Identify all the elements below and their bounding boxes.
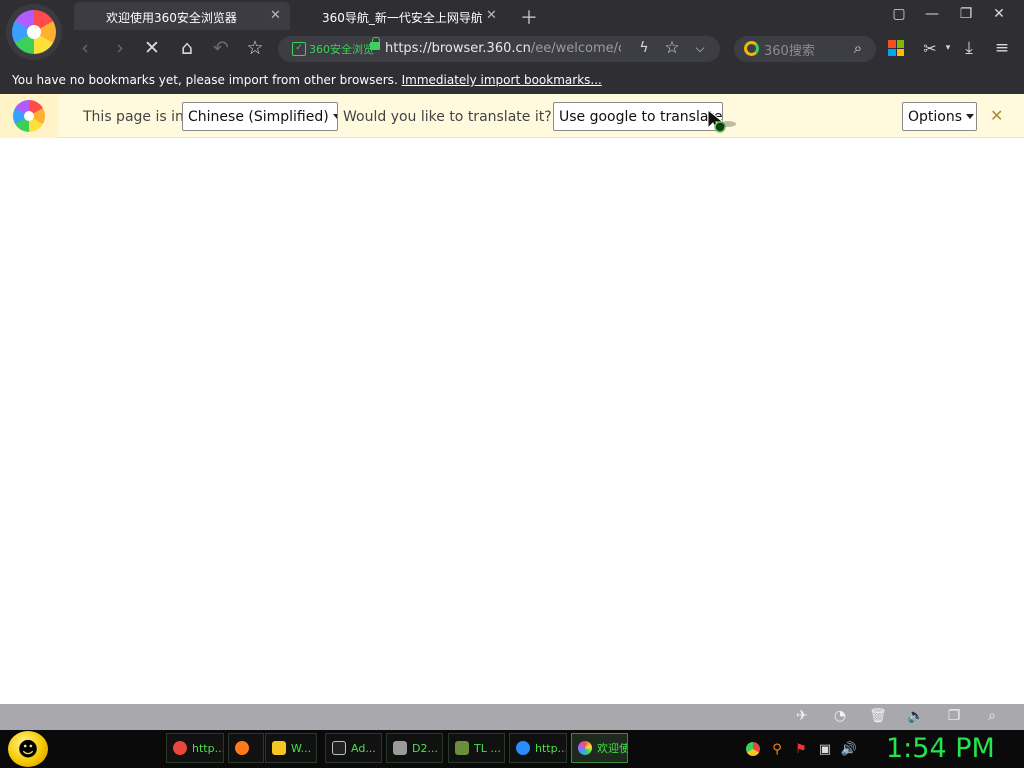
caret-down-icon <box>332 114 337 119</box>
translate-bar-logo <box>0 94 58 138</box>
chrome-icon <box>173 741 187 755</box>
favorite-star-icon[interactable]: ☆ <box>660 36 684 60</box>
url-host: https://browser.360.cn <box>385 41 531 56</box>
taskbar-item-label: http... <box>535 741 567 755</box>
taskbar-item-folder[interactable]: W... <box>265 733 317 763</box>
zoom-icon[interactable]: ⌕ <box>982 708 1002 724</box>
translate-button[interactable]: Use google to translate <box>553 102 723 131</box>
lock-icon <box>370 37 380 50</box>
taskbar-item-label: W... <box>291 741 312 755</box>
window-icon[interactable]: ❐ <box>944 708 964 724</box>
search-tray-icon[interactable]: ⚲ <box>768 740 786 758</box>
taskbar-item-label: D2... <box>412 741 438 755</box>
stop-icon[interactable]: ✕ <box>140 36 164 60</box>
apps-icon[interactable] <box>888 40 904 56</box>
language-select-value: Chinese (Simplified) <box>188 108 329 125</box>
rocket-icon[interactable]: ✈ <box>792 708 812 724</box>
trash-icon[interactable]: 🗑 <box>868 708 888 724</box>
import-bookmarks-link[interactable]: Immediately import bookmarks... <box>402 73 602 87</box>
safe-badge-label: 360安全浏览 <box>309 43 374 56</box>
forward-icon[interactable]: › <box>108 36 132 60</box>
search-placeholder: 360搜索 <box>764 44 815 59</box>
page-language-label: This page is in <box>83 109 184 125</box>
lightning-icon[interactable]: ϟ <box>632 36 656 60</box>
restore-icon[interactable]: ❐ <box>955 6 977 22</box>
skin-icon[interactable]: ▢ <box>888 6 910 22</box>
flag-tray-icon[interactable]: ⚑ <box>792 740 810 758</box>
bookmarks-message: You have no bookmarks yet, please import… <box>12 73 398 87</box>
new-tab-plus-icon[interactable]: ＋ <box>520 4 538 30</box>
search-icon[interactable]: ⌕ <box>846 36 870 60</box>
start-smiley-icon[interactable]: ☻ <box>8 731 48 767</box>
minecraft-icon <box>455 741 469 755</box>
taskbar-item-chrome[interactable]: http... <box>166 733 224 763</box>
download-icon[interactable]: ⤓ <box>957 36 981 60</box>
taskbar-item-firefox[interactable] <box>228 733 264 763</box>
taskbar-item-d2[interactable]: D2... <box>386 733 443 763</box>
terminal-icon <box>332 741 346 755</box>
options-button[interactable]: Options <box>902 102 977 131</box>
taskbar-clock[interactable]: 1:54 PM <box>886 733 995 764</box>
undo-close-icon[interactable]: ↶ <box>209 36 233 60</box>
close-icon[interactable]: ✕ <box>988 6 1010 22</box>
caret-down-icon <box>966 114 975 119</box>
options-button-label: Options <box>908 108 963 125</box>
sound-icon[interactable]: 🔈 <box>906 708 926 724</box>
app-icon <box>393 741 407 755</box>
mouse-cursor-icon <box>707 108 736 133</box>
taskbar-item-tl[interactable]: TL ... <box>448 733 505 763</box>
firefox-icon <box>235 741 249 755</box>
tab-label: 欢迎使用360安全浏览器 <box>106 11 237 25</box>
taskbar-item-label: 欢迎使... <box>597 742 628 755</box>
taskbar-item-360-browser[interactable]: 欢迎使... <box>571 733 628 763</box>
browser-logo[interactable] <box>6 4 62 60</box>
network-tray-icon[interactable]: ▣ <box>816 740 834 758</box>
translate-button-label: Use google to translate <box>559 108 723 125</box>
360-search-icon <box>744 41 759 56</box>
bookmark-star-icon[interactable]: ☆ <box>243 36 267 60</box>
translate-question: Would you like to translate it? <box>343 109 552 125</box>
bookmarks-bar: You have no bookmarks yet, please import… <box>0 66 1024 94</box>
tab-close-icon[interactable]: ✕ <box>270 8 281 23</box>
chevron-down-icon[interactable]: ⌵ <box>688 36 712 60</box>
tab-navigation[interactable]: 360导航_新一代安全上网导航 ✕ <box>292 2 506 30</box>
speed-icon[interactable]: ◔ <box>830 708 850 724</box>
volume-tray-icon[interactable]: 🔊 <box>840 740 858 758</box>
menu-icon[interactable]: ≡ <box>990 36 1014 60</box>
taskbar-item-terminal[interactable]: Ad... <box>325 733 382 763</box>
taskbar-item-label: Ad... <box>351 741 376 755</box>
language-select[interactable]: Chinese (Simplified) <box>182 102 338 131</box>
minimize-icon[interactable]: — <box>921 6 943 22</box>
taskbar-item-browser[interactable]: http... <box>509 733 567 763</box>
360-logo-icon <box>12 10 56 54</box>
url-path: /ee/welcome/chi <box>530 41 621 56</box>
tab-label: 360导航_新一代安全上网导航 <box>322 11 482 25</box>
folder-icon <box>272 741 286 755</box>
back-icon[interactable]: ‹ <box>73 36 97 60</box>
safe-badge[interactable]: ✓ 360安全浏览 <box>292 41 374 57</box>
chrome-tray-icon[interactable] <box>744 740 762 758</box>
taskbar-item-label: http... <box>192 741 224 755</box>
360-logo-icon <box>13 100 45 132</box>
tab-welcome[interactable]: 欢迎使用360安全浏览器 ✕ <box>74 2 290 30</box>
tab-close-icon[interactable]: ✕ <box>486 8 497 23</box>
360-browser-icon <box>578 741 592 755</box>
url-text[interactable]: https://browser.360.cn/ee/welcome/chi <box>385 41 621 56</box>
home-icon[interactable]: ⌂ <box>175 36 199 60</box>
page-content <box>0 139 1024 704</box>
shield-icon: ✓ <box>292 42 306 56</box>
taskbar-item-label: TL ... <box>474 741 501 755</box>
browser-icon <box>516 741 530 755</box>
translate-close-icon[interactable]: ✕ <box>990 106 1003 125</box>
